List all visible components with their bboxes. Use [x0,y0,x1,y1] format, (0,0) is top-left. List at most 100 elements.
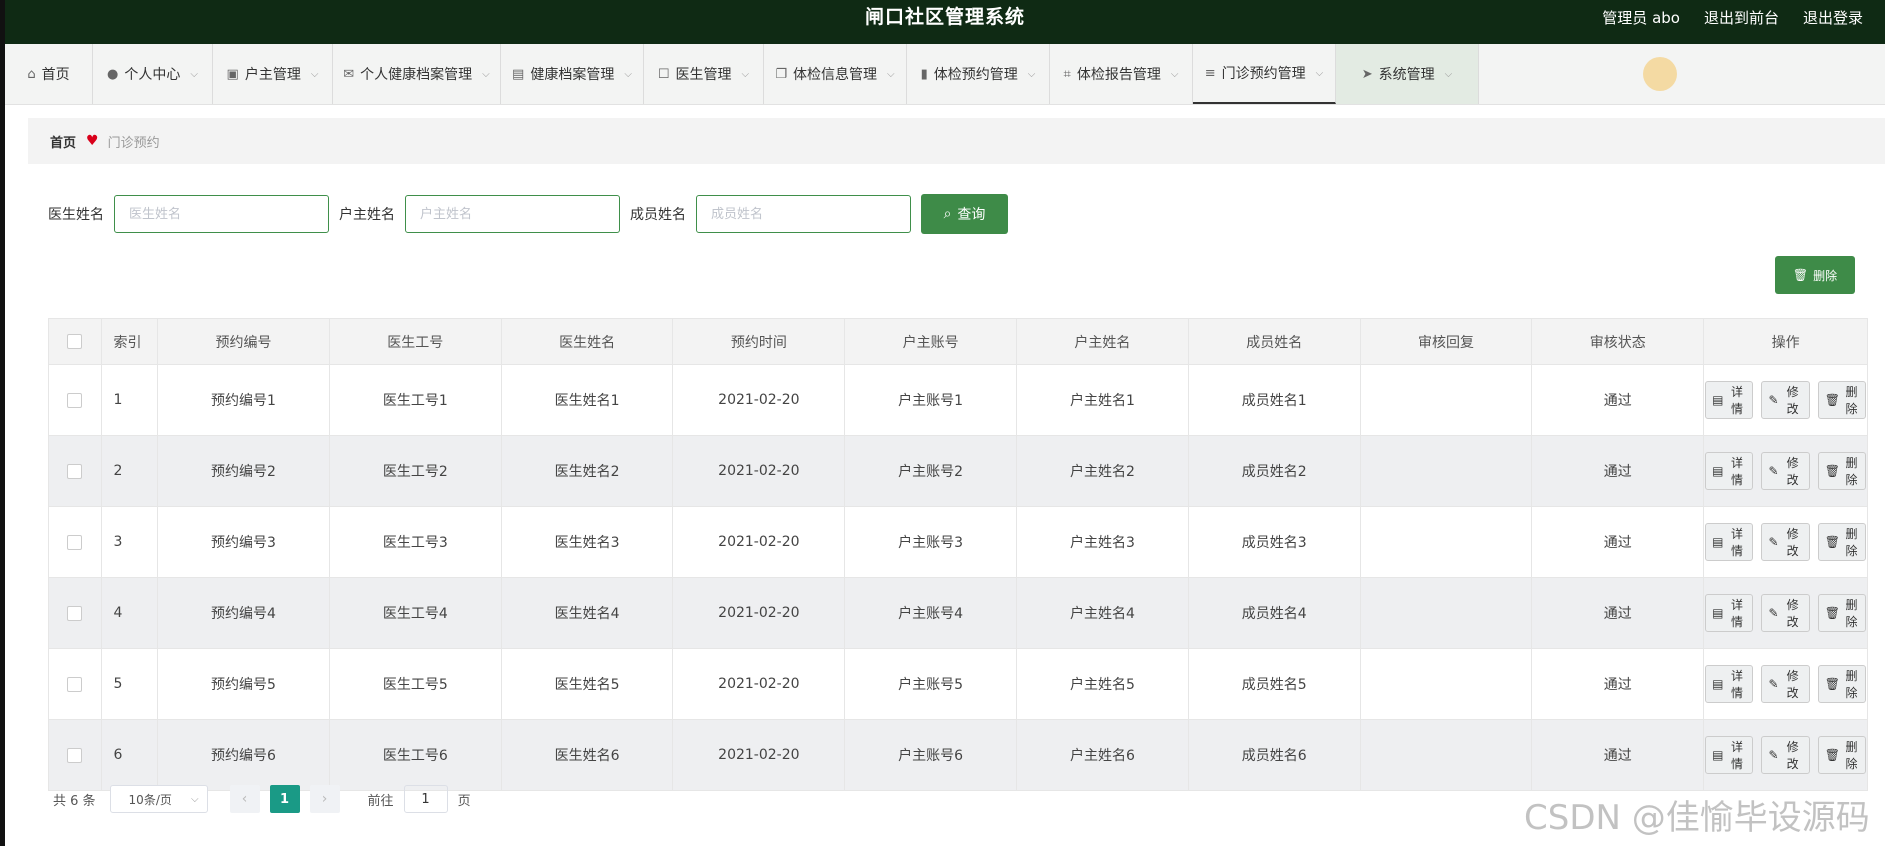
table-row: 4 预约编号4 医生工号4 医生姓名4 2021-02-20 户主账号4 户主姓名4 成员姓名… [48,577,1868,649]
nav-item-3[interactable]: ✉ 个人健康档案管理 ⌵ [333,44,501,104]
table-cell: 2021-02-20 [672,577,846,649]
actions-cell: ▤ 详情 ✎ 修改 🗑 删除 [1703,506,1868,578]
next-page-button[interactable]: › [309,785,340,813]
prev-page-button[interactable]: ‹ [229,785,260,813]
row-checkbox[interactable] [67,534,83,550]
table-cell: 预约编号5 [157,648,330,720]
edit-button[interactable]: ✎ 修改 [1761,523,1810,561]
edit-button[interactable]: ✎ 修改 [1761,381,1810,419]
query-button-label: 查询 [957,207,986,223]
delete-label: 删除 [1845,598,1858,629]
chevron-down-icon: ⌵ [482,68,490,80]
watermark: CSDN @佳愉毕设源码 [1524,798,1870,838]
table-cell: 户主姓名5 [1016,648,1189,720]
page-number-current[interactable]: 1 [269,785,300,813]
delete-button[interactable]: 🗑 删除 [1817,736,1866,774]
nav-item-0[interactable]: ⌂ 首页 [5,44,93,104]
nav-item-8[interactable]: ⌗ 体检报告管理 ⌵ [1050,44,1193,104]
nav-item-1[interactable]: ● 个人中心 ⌵ [93,44,213,104]
row-select-cell [48,435,102,507]
edit-button[interactable]: ✎ 修改 [1761,736,1810,774]
detail-button[interactable]: ▤ 详情 [1705,452,1754,490]
table-cell: 户主姓名4 [1016,577,1189,649]
row-select-cell [48,719,102,791]
edit-button[interactable]: ✎ 修改 [1761,452,1810,490]
detail-label: 详情 [1730,598,1743,629]
delete-button[interactable]: 🗑 删除 [1817,594,1866,632]
table-cell: 2021-02-20 [672,648,846,720]
column-header: 户主姓名 [1016,318,1189,365]
delete-button[interactable]: 🗑 删除 [1817,381,1866,419]
table-cell: 医生姓名4 [500,577,674,649]
table-cell: 医生工号6 [328,719,502,791]
column-header: 索引 [100,318,159,365]
nav-item-10[interactable]: ➤ 系统管理 ⌵ [1336,44,1479,104]
logout-link[interactable]: 退出登录 [1803,7,1863,28]
actions-cell: ▤ 详情 ✎ 修改 🗑 删除 [1703,719,1868,791]
detail-button[interactable]: ▤ 详情 [1705,381,1754,419]
document-icon: ▤ [1712,748,1724,762]
trash-icon: 🗑 [1824,393,1840,407]
nav-item-6[interactable]: ❐ 体检信息管理 ⌵ [764,44,907,104]
breadcrumb-home[interactable]: 首页 [50,132,76,151]
page-size-select[interactable]: 10条/页 ⌵ [109,785,208,813]
delete-button[interactable]: 🗑 删除 [1817,523,1866,561]
select-all-checkbox[interactable] [67,334,83,349]
delete-button[interactable]: 🗑 删除 [1817,452,1866,490]
edit-button[interactable]: ✎ 修改 [1761,594,1810,632]
delete-button[interactable]: 🗑 删除 [1817,665,1866,703]
table-cell: 户主账号2 [844,435,1018,507]
query-button[interactable]: ⌕ 查询 [921,194,1008,234]
nav-item-2[interactable]: ▣ 户主管理 ⌵ [213,44,333,104]
table-cell: 医生工号2 [328,435,502,507]
table-cell: 2021-02-20 [672,435,846,507]
table-cell [1359,364,1533,436]
detail-button[interactable]: ▤ 详情 [1705,665,1754,703]
edit-button[interactable]: ✎ 修改 [1761,665,1810,703]
batch-delete-button[interactable]: 🗑 删除 [1775,256,1855,294]
member-name-label: 成员姓名 [630,207,686,223]
pencil-icon: ✎ [1768,748,1779,762]
edit-label: 修改 [1786,456,1799,487]
exit-to-frontend-link[interactable]: 退出到前台 [1704,7,1779,28]
chevron-down-icon: ⌵ [741,68,750,80]
delete-label: 删除 [1845,527,1858,558]
table-cell: 通过 [1531,506,1705,578]
row-checkbox[interactable] [67,463,83,479]
table-cell: 4 [100,577,159,649]
detail-button[interactable]: ▤ 详情 [1705,736,1754,774]
detail-button[interactable]: ▤ 详情 [1705,523,1754,561]
delete-label: 删除 [1845,456,1858,487]
current-user: 管理员 abo [1602,8,1680,27]
owner-name-input[interactable] [405,195,620,233]
nav-item-5[interactable]: ☐ 医生管理 ⌵ [644,44,764,104]
detail-button[interactable]: ▤ 详情 [1705,594,1754,632]
home-icon: ⌂ [27,66,36,82]
nav-item-7[interactable]: ▮ 体检预约管理 ⌵ [907,44,1050,104]
nav-item-label: 门诊预约管理 [1221,66,1306,82]
table-cell: 预约编号4 [157,577,330,649]
table-row: 1 预约编号1 医生工号1 医生姓名1 2021-02-20 户主账号1 户主姓名1 成员姓名… [48,364,1868,436]
member-name-input[interactable] [696,195,911,233]
row-checkbox[interactable] [67,676,83,692]
chevron-down-icon: ⌵ [190,68,198,80]
nav-item-label: 个人中心 [124,67,181,83]
trash-icon: 🗑 [1792,268,1809,282]
table-cell: 预约编号3 [157,506,330,578]
trash-icon: 🗑 [1824,677,1840,691]
row-checkbox[interactable] [67,747,83,763]
table-cell: 医生工号5 [328,648,502,720]
row-checkbox[interactable] [67,392,83,408]
table-cell: 预约编号2 [157,435,330,507]
nav-item-label: 户主管理 [244,67,301,83]
table-cell: 3 [100,506,159,578]
row-checkbox[interactable] [67,605,83,621]
nav-item-4[interactable]: ▤ 健康档案管理 ⌵ [501,44,644,104]
nav-item-9[interactable]: ≡ 门诊预约管理 ⌵ [1193,44,1336,104]
table-cell: 医生姓名6 [500,719,674,791]
table-cell: 预约编号1 [157,364,330,436]
doctor-name-input[interactable] [114,195,329,233]
actions-cell: ▤ 详情 ✎ 修改 🗑 删除 [1703,648,1868,720]
goto-page-input[interactable]: 1 [403,785,448,813]
table-cell: 医生姓名2 [500,435,674,507]
